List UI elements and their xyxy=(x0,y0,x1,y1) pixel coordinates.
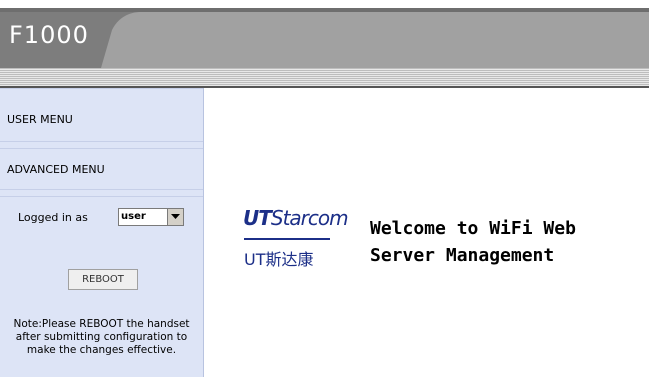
logged-in-row: Logged in as user xyxy=(0,208,203,228)
advanced-menu-link[interactable]: ADVANCED MENU xyxy=(0,156,203,184)
logged-in-label: Logged in as xyxy=(18,211,88,224)
header: F1000 xyxy=(0,0,649,88)
logo-starcom-text: Starcom xyxy=(270,206,349,230)
menu-divider xyxy=(0,88,203,89)
user-select-value: user xyxy=(121,211,146,222)
header-stripes xyxy=(0,68,649,86)
menu-divider xyxy=(0,141,203,142)
logo-chinese-text: UT斯达康 xyxy=(244,250,314,269)
menu-divider xyxy=(0,148,203,149)
logo-ut-text: UT xyxy=(243,206,272,230)
logo-underline xyxy=(244,238,330,240)
app-title: F1000 xyxy=(9,21,89,49)
menu-divider xyxy=(0,189,203,190)
reboot-button[interactable]: REBOOT xyxy=(68,269,138,290)
user-select[interactable]: user xyxy=(118,208,184,226)
welcome-message: Welcome to WiFi Web Server Management xyxy=(370,215,645,269)
utstarcom-logo: UTStarcom xyxy=(243,206,349,230)
user-menu-link[interactable]: USER MENU xyxy=(0,106,203,134)
title-tab-shape xyxy=(0,8,649,68)
welcome-line-1: Welcome to WiFi Web xyxy=(370,218,576,239)
welcome-line-2: Server Management xyxy=(370,245,555,266)
chevron-down-icon[interactable] xyxy=(167,209,183,225)
reboot-note: Note:Please REBOOT the handset after sub… xyxy=(13,318,190,356)
menu-divider xyxy=(0,196,203,197)
